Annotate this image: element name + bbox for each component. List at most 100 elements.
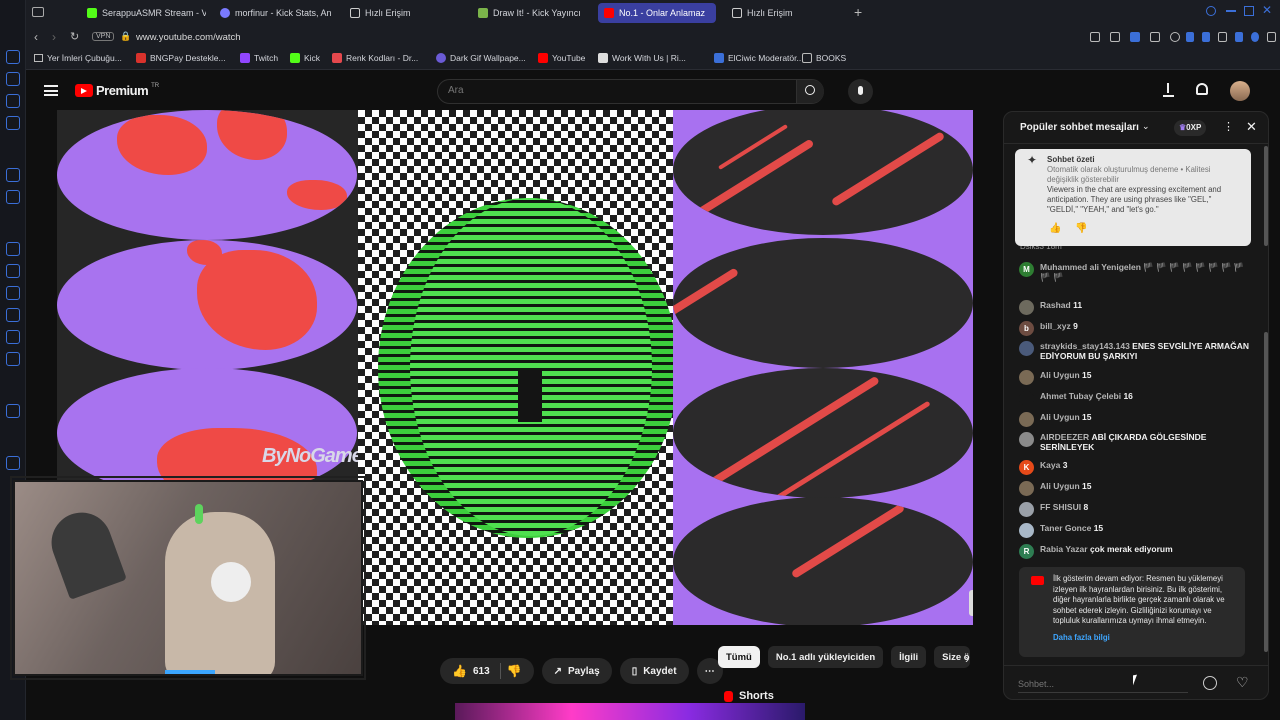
extension-icon[interactable] (1235, 32, 1244, 42)
tab-3[interactable]: Hızlı Erişim (344, 3, 464, 23)
bookmark-item[interactable]: Kick (290, 53, 320, 63)
menu-icon[interactable] (1267, 32, 1277, 42)
tab-2[interactable]: morfinur - Kick Stats, An (214, 3, 339, 23)
chat-message[interactable]: Ali Uygun 15 (1019, 370, 1249, 385)
close-window-icon[interactable]: ✕ (1262, 3, 1272, 17)
summary-subtitle: Otomatik olarak oluşturulmuş deneme • Ka… (1047, 165, 1211, 184)
profile-icon[interactable] (1251, 32, 1260, 42)
chat-message[interactable]: Ali Uygun 15 (1019, 412, 1249, 427)
art-stripe (775, 400, 931, 498)
bookmark-item[interactable]: ElCiwic Moderatör... (714, 53, 804, 63)
chat-message[interactable]: M Muhammed ali Yenigelen 🏴 🏴 🏴 🏴 🏴 🏴 🏴 🏴 … (1019, 262, 1249, 282)
chat-message[interactable]: Taner Gonce 15 (1019, 523, 1249, 538)
instagram-icon[interactable] (6, 286, 20, 300)
sidebar-icon-2[interactable] (6, 72, 20, 86)
thumbs-up-icon[interactable]: 👍 (1049, 224, 1061, 234)
whatsapp-icon[interactable] (6, 264, 20, 278)
puzzle-icon[interactable] (1218, 32, 1228, 42)
share-label: Paylaş (567, 665, 600, 677)
art-blob (117, 115, 207, 175)
thumbs-down-icon[interactable]: 👎 (507, 664, 522, 678)
share-button[interactable]: ↗ Paylaş (541, 658, 612, 684)
forward-icon[interactable]: › (52, 30, 56, 44)
message-scrollbar[interactable] (1264, 332, 1268, 652)
sidebar-icon-6[interactable] (6, 190, 20, 204)
tiktok-icon[interactable] (6, 308, 20, 322)
tab-6[interactable]: Hızlı Erişim (726, 3, 846, 23)
hamburger-menu-icon[interactable] (44, 85, 58, 96)
tab-1[interactable]: SerappuASMR Stream - V (81, 3, 206, 23)
heart-icon[interactable] (1170, 32, 1180, 42)
xp-badge[interactable]: ♛0XP (1174, 120, 1207, 136)
chat-message[interactable]: b bill_xyz 9 (1019, 321, 1249, 336)
extension-icon[interactable] (1186, 32, 1195, 42)
bookmark-item[interactable]: Renk Kodları - Dr... (332, 53, 418, 63)
chip-all[interactable]: Tümü (718, 646, 760, 668)
bookmark-item[interactable]: Work With Us | Ri... (598, 53, 686, 63)
chevron-down-icon[interactable]: ⌄ (1142, 121, 1150, 132)
chat-message[interactable]: AIRDEEZER ABİ ÇIKARDA GÖLGESİNDE SERİNLE… (1019, 432, 1249, 452)
bookmark-folder[interactable]: Yer İmleri Çubuğu... (34, 53, 122, 63)
close-chat-icon[interactable]: ✕ (1246, 119, 1257, 135)
chat-message[interactable]: Rashad 11 (1019, 300, 1249, 315)
notifications-bell-icon[interactable] (1196, 83, 1208, 95)
heart-icon[interactable] (6, 456, 20, 470)
twitch-icon[interactable] (6, 242, 20, 256)
search-input[interactable] (448, 85, 788, 96)
sidebar-icon-settings[interactable] (6, 404, 20, 418)
new-tab-icon[interactable]: + (854, 4, 862, 20)
back-icon[interactable]: ‹ (34, 30, 38, 44)
chat-mode-dropdown[interactable]: Popüler sohbet mesajları (1020, 122, 1139, 133)
tab-menu-icon[interactable] (32, 7, 44, 17)
chat-message[interactable]: straykids_stay143.143 ENES SEVGİLİYE ARM… (1019, 341, 1249, 361)
chat-message[interactable]: FF SHISUI 8 (1019, 502, 1249, 517)
heart-icon[interactable]: ♡ (1236, 674, 1249, 691)
minimize-icon[interactable] (1226, 10, 1236, 12)
upload-icon[interactable] (1163, 83, 1174, 97)
search-tabs-icon[interactable] (1206, 6, 1216, 16)
video-thumb-icon[interactable] (969, 590, 973, 616)
account-avatar[interactable] (1230, 81, 1250, 101)
shorts-thumbnail[interactable] (455, 703, 805, 720)
x-icon[interactable] (6, 330, 20, 344)
bookmark-item[interactable]: Dark Gif Wallpape... (436, 53, 526, 63)
sidebar-icon-3[interactable] (6, 94, 20, 108)
tab-4[interactable]: Draw It! - Kick Yayıncı (472, 3, 592, 23)
chat-message[interactable]: Ahmet Tubay Çelebi 16 (1019, 391, 1249, 406)
chat-scrollbar[interactable] (1264, 146, 1268, 246)
bookmark-item[interactable]: Twitch (240, 53, 278, 63)
play-icon[interactable] (1150, 32, 1160, 42)
pin-icon[interactable] (1090, 32, 1100, 42)
discord-icon[interactable] (6, 352, 20, 366)
youtube-logo[interactable]: Premium TR (75, 83, 159, 98)
sidebar-icon-4[interactable] (6, 116, 20, 130)
chip-uploader[interactable]: No.1 adlı yükleyiciden (767, 646, 884, 668)
bookmark-item[interactable]: YouTube (538, 53, 585, 63)
reload-icon[interactable]: ↻ (70, 30, 79, 43)
chips-next-icon[interactable]: › (965, 651, 969, 666)
voice-search-button[interactable] (848, 79, 873, 104)
learn-more-link[interactable]: Daha fazla bilgi (1053, 633, 1235, 644)
url-text[interactable]: www.youtube.com/watch (136, 32, 241, 43)
tab-5-active[interactable]: No.1 - Onlar Anlamaz (598, 3, 716, 23)
like-button[interactable]: 👍 613 👎 (440, 658, 534, 684)
more-vert-icon[interactable]: ⋮ (1223, 120, 1234, 133)
bookmark-item[interactable]: BOOKS (802, 53, 846, 63)
emoji-icon[interactable] (1203, 676, 1217, 690)
search-button[interactable] (796, 80, 824, 103)
chat-input[interactable] (1018, 675, 1188, 693)
chat-message[interactable]: Ali Uygun 15 (1019, 481, 1249, 496)
snapshot-icon[interactable] (1110, 32, 1120, 42)
save-button[interactable]: ▯ Kaydet (619, 658, 689, 684)
chip-related[interactable]: İlgili (891, 646, 927, 668)
shield-icon[interactable] (1130, 32, 1140, 42)
sidebar-icon-1[interactable] (6, 50, 20, 64)
chat-message[interactable]: K Kaya 3 (1019, 460, 1249, 475)
sidebar-icon-5[interactable] (6, 168, 20, 182)
maximize-icon[interactable] (1244, 6, 1254, 16)
vpn-badge[interactable]: VPN (92, 32, 115, 41)
thumbs-down-icon[interactable]: 👎 (1075, 224, 1087, 234)
extension-icon[interactable] (1202, 32, 1211, 42)
bookmark-item[interactable]: BNGPay Destekle... (136, 53, 226, 63)
chat-message[interactable]: R Rabia Yazar çok merak ediyorum (1019, 544, 1249, 559)
